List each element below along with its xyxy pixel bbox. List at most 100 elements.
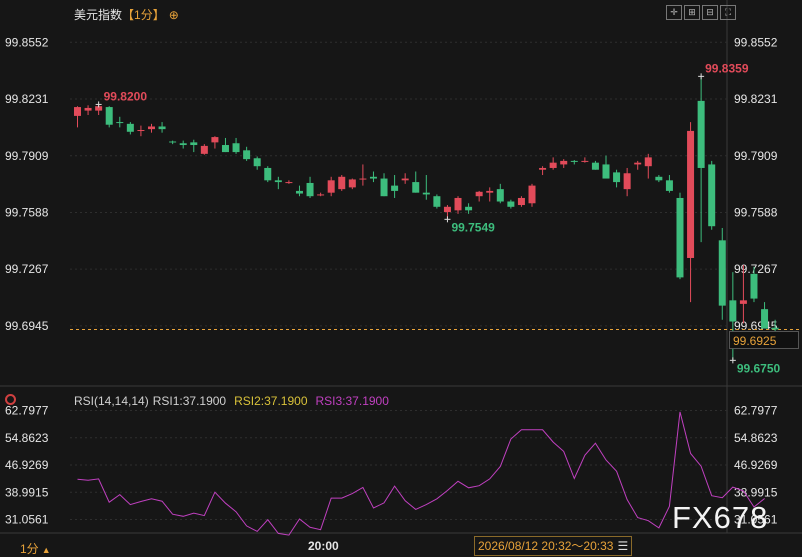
- candle-body: [443, 206, 451, 213]
- extreme-price-label: 99.8200: [104, 89, 148, 103]
- candle-body: [200, 145, 208, 154]
- candle-body: [348, 179, 356, 188]
- candle-body: [147, 126, 155, 130]
- time-range-text: 2026/08/12 20:32～20:33: [478, 539, 614, 553]
- rsi-name: RSI(14,14,14): [74, 394, 149, 408]
- candle-body: [232, 143, 240, 153]
- y-tick-label-right: 99.7588: [734, 205, 778, 219]
- candle-body: [105, 107, 113, 125]
- candle-body: [718, 240, 726, 306]
- candle-body: [560, 160, 568, 165]
- candle-body: [211, 137, 219, 143]
- y-tick-label-left: 99.8552: [5, 35, 49, 49]
- candle-body: [507, 201, 515, 207]
- rsi-legend: RSI(14,14,14) RSI1:37.1900 RSI2:37.1900 RSI…: [74, 394, 389, 408]
- candle-body: [359, 178, 367, 180]
- candle-body: [327, 180, 335, 193]
- candle-body: [243, 150, 251, 160]
- timeframe-selector-label: 1分: [20, 542, 39, 556]
- candle-body: [676, 197, 684, 278]
- rsi-tick-label-right: 62.7977: [734, 404, 778, 418]
- candle-body: [190, 142, 198, 146]
- candle-body: [697, 100, 705, 168]
- candle-body: [253, 158, 261, 167]
- extreme-price-label: 99.6750: [737, 361, 781, 375]
- caret-up-icon: ▲: [41, 545, 51, 555]
- candle-body: [729, 300, 737, 322]
- menu-icon[interactable]: ☰: [617, 539, 628, 553]
- rsi-tick-label-left: 46.9269: [5, 458, 49, 472]
- add-indicator-icon[interactable]: ⊕: [169, 8, 179, 22]
- candle-body: [496, 189, 504, 202]
- rsi-settings-icon[interactable]: [5, 394, 16, 405]
- candle-body: [591, 162, 599, 170]
- candle-body: [285, 182, 293, 184]
- candle-body: [126, 123, 134, 132]
- candle-body: [486, 190, 494, 193]
- rsi-tick-label-left: 31.0561: [5, 513, 49, 527]
- instrument-title: 美元指数: [74, 8, 123, 22]
- candle-body: [771, 327, 779, 330]
- zoom-in-icon[interactable]: ⊞: [684, 5, 700, 20]
- chart-toolbar: ✛ ⊞ ⊟ ⛶: [666, 5, 736, 20]
- chart-header: 美元指数【1分】 ⊕: [74, 6, 179, 23]
- y-tick-label-right: 99.7909: [734, 149, 778, 163]
- rsi-tick-label-right: 38.9915: [734, 485, 778, 499]
- timeframe-selector[interactable]: 1分 ▲: [20, 540, 51, 557]
- candle-body: [517, 197, 525, 206]
- last-price-tag: 99.6925: [729, 331, 799, 349]
- chart-canvas[interactable]: 99.8552 99.8552 99.8231 99.8231 99.7909 99.79…: [0, 0, 802, 556]
- candle-body: [74, 107, 81, 116]
- rsi2-value: RSI2:37.1900: [234, 394, 308, 408]
- candle-body: [761, 309, 769, 329]
- candle-body: [84, 107, 92, 111]
- candle-body: [169, 141, 177, 143]
- candle-body: [274, 180, 282, 183]
- y-tick-label-left: 99.6945: [5, 319, 49, 333]
- zoom-out-icon[interactable]: ⊟: [702, 5, 718, 20]
- rsi-tick-label-left: 62.7977: [5, 404, 49, 418]
- candle-body: [221, 145, 229, 153]
- candle-body: [401, 178, 409, 181]
- rsi-line: [77, 411, 765, 536]
- y-tick-label-left: 99.7267: [5, 262, 49, 276]
- candle-body: [570, 160, 578, 162]
- x-axis-time-label: 20:00: [308, 539, 339, 553]
- candle-body: [422, 192, 430, 195]
- y-tick-label-right: 99.8552: [734, 35, 778, 49]
- candle-body: [602, 164, 610, 179]
- extreme-price-label: 99.7549: [451, 220, 495, 234]
- candle-body: [739, 300, 747, 304]
- candle-body: [687, 130, 695, 258]
- candle-body: [412, 182, 420, 193]
- rsi-tick-label-right: 54.8623: [734, 431, 778, 445]
- candle-body: [306, 182, 314, 197]
- fullscreen-icon[interactable]: ⛶: [720, 5, 736, 20]
- candle-body: [338, 176, 346, 190]
- rsi-tick-label-left: 54.8623: [5, 431, 49, 445]
- candle-body: [433, 196, 441, 207]
- candle-body: [454, 197, 462, 211]
- candle-body: [613, 172, 621, 183]
- candle-body: [665, 180, 673, 191]
- candle-body: [644, 157, 652, 167]
- rsi-tick-label-left: 38.9915: [5, 485, 49, 499]
- candle-body: [295, 190, 303, 194]
- candle-body: [391, 185, 399, 191]
- candle-body: [317, 194, 325, 196]
- candle-body: [158, 126, 166, 130]
- crosshair-icon[interactable]: ✛: [666, 5, 682, 20]
- candle-body: [380, 178, 388, 197]
- candle-body: [116, 122, 124, 124]
- timeframe-label[interactable]: 【1分】: [122, 8, 165, 22]
- candle-body: [623, 173, 631, 190]
- time-range-box[interactable]: 2026/08/12 20:32～20:33 ☰: [474, 536, 633, 556]
- candle-body: [137, 130, 145, 132]
- candle-body: [369, 176, 377, 179]
- candle-body: [634, 162, 642, 165]
- candle-body: [581, 160, 589, 162]
- candle-body: [465, 206, 473, 211]
- y-tick-label-left: 99.8231: [5, 92, 49, 106]
- extreme-price-label: 99.8359: [705, 61, 749, 75]
- candle-body: [655, 176, 663, 181]
